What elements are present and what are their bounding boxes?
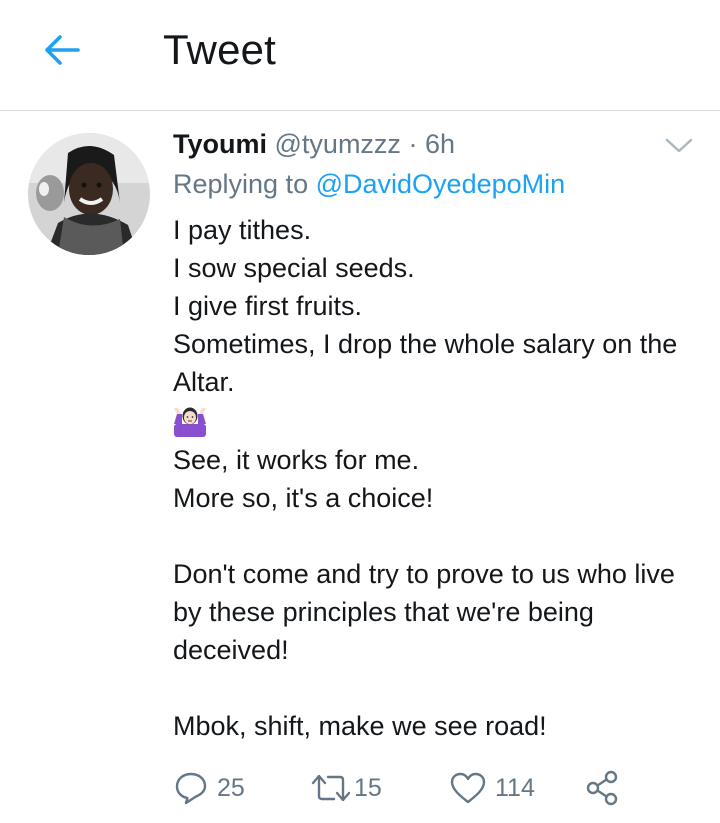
tweet-line: Sometimes, I drop the whole salary on th… (173, 329, 678, 359)
tweet-text: I pay tithes. I sow special seeds. I giv… (173, 211, 708, 745)
tweet: Tyoumi @tyumzzz · 6h Replying to @DavidO… (0, 111, 720, 823)
reply-icon (175, 772, 207, 805)
display-name[interactable]: Tyoumi (173, 129, 267, 159)
person-shrugging-emoji (173, 401, 708, 441)
app-header: Tweet (0, 0, 720, 111)
tweet-line: See, it works for me. (173, 445, 420, 475)
tweet-menu-button[interactable] (659, 131, 699, 161)
chevron-down-icon (665, 138, 693, 153)
user-handle[interactable]: @tyumzzz (275, 129, 401, 159)
separator-dot: · (408, 129, 418, 159)
retweet-count: 15 (354, 773, 382, 802)
tweet-line: Mbok, shift, make we see road! (173, 711, 547, 741)
tweet-actions: 25 15 114 (173, 761, 713, 815)
like-button[interactable]: 114 (449, 761, 535, 815)
reply-mention-link[interactable]: @DavidOyedepoMin (316, 169, 566, 199)
retweet-icon (311, 774, 351, 802)
tweet-line: I give first fruits. (173, 291, 363, 321)
back-button[interactable] (38, 26, 86, 74)
retweet-button[interactable]: 15 (310, 761, 382, 815)
tweet-author-row: Tyoumi @tyumzzz · 6h (173, 127, 455, 161)
tweet-line: I pay tithes. (173, 215, 312, 245)
page-title: Tweet (163, 26, 277, 73)
tweet-line: deceived! (173, 635, 289, 665)
avatar[interactable] (28, 133, 150, 255)
reply-prefix: Replying to (173, 169, 309, 199)
reply-count: 25 (217, 773, 245, 802)
like-count: 114 (495, 773, 535, 802)
reply-button[interactable]: 25 (173, 761, 245, 815)
tweet-line: by these principles that we're being (173, 597, 594, 627)
arrow-left-icon (45, 35, 80, 65)
avatar-photo (28, 133, 150, 255)
tweet-line: Don't come and try to prove to us who li… (173, 559, 675, 589)
heart-icon (450, 772, 486, 804)
reply-context: Replying to @DavidOyedepoMin (173, 167, 565, 201)
share-button[interactable] (584, 761, 622, 815)
tweet-line: Altar. (173, 367, 235, 397)
share-icon (586, 770, 618, 806)
tweet-line: I sow special seeds. (173, 253, 415, 283)
timestamp: 6h (424, 129, 456, 159)
tweet-line: More so, it's a choice! (173, 483, 434, 513)
